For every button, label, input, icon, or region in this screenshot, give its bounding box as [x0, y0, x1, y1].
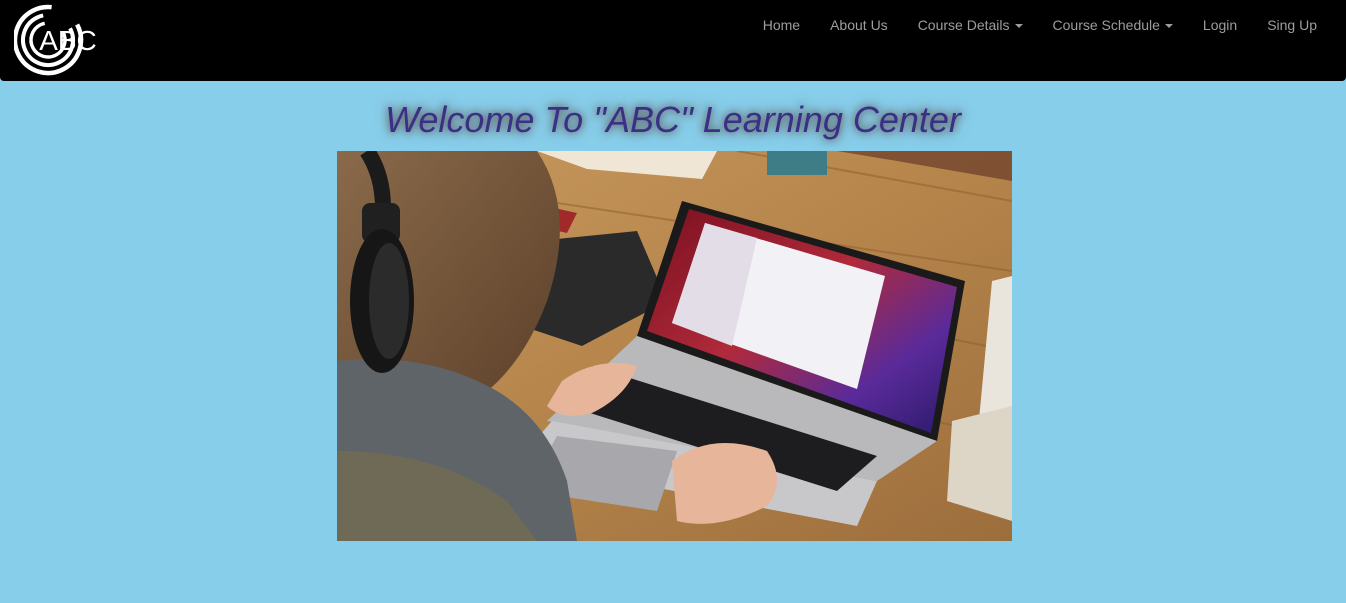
caret-down-icon [1164, 24, 1173, 28]
nav-link-about-us[interactable]: About Us [815, 0, 903, 50]
nav-link-sign-up[interactable]: Sing Up [1252, 0, 1332, 50]
nav-link-label: Login [1202, 17, 1238, 33]
brand-logo[interactable]: ABC [14, 0, 110, 81]
nav-link-label: Sing Up [1267, 17, 1317, 33]
nav-link-label: About Us [830, 17, 888, 33]
nav-link-label: Course Schedule [1052, 17, 1160, 33]
nav-link-label: Home [762, 17, 801, 33]
nav-menu: Home About Us Course Details Course Sche… [748, 0, 1332, 50]
nav-dropdown-course-schedule[interactable]: Course Schedule [1038, 0, 1188, 50]
logo-text: ABC [39, 25, 97, 56]
top-navbar: ABC Home About Us Course Details Course … [0, 0, 1346, 81]
caret-down-icon [1014, 24, 1023, 28]
nav-link-login[interactable]: Login [1188, 0, 1252, 50]
nav-dropdown-course-details[interactable]: Course Details [903, 0, 1038, 50]
nav-link-label: Course Details [917, 17, 1010, 33]
hero-image [337, 151, 1012, 541]
page-title: Welcome To "ABC" Learning Center [385, 99, 961, 140]
nav-link-home[interactable]: Home [748, 0, 815, 50]
abc-logo-icon: ABC [14, 4, 97, 76]
student-laptop-illustration [337, 151, 1012, 541]
